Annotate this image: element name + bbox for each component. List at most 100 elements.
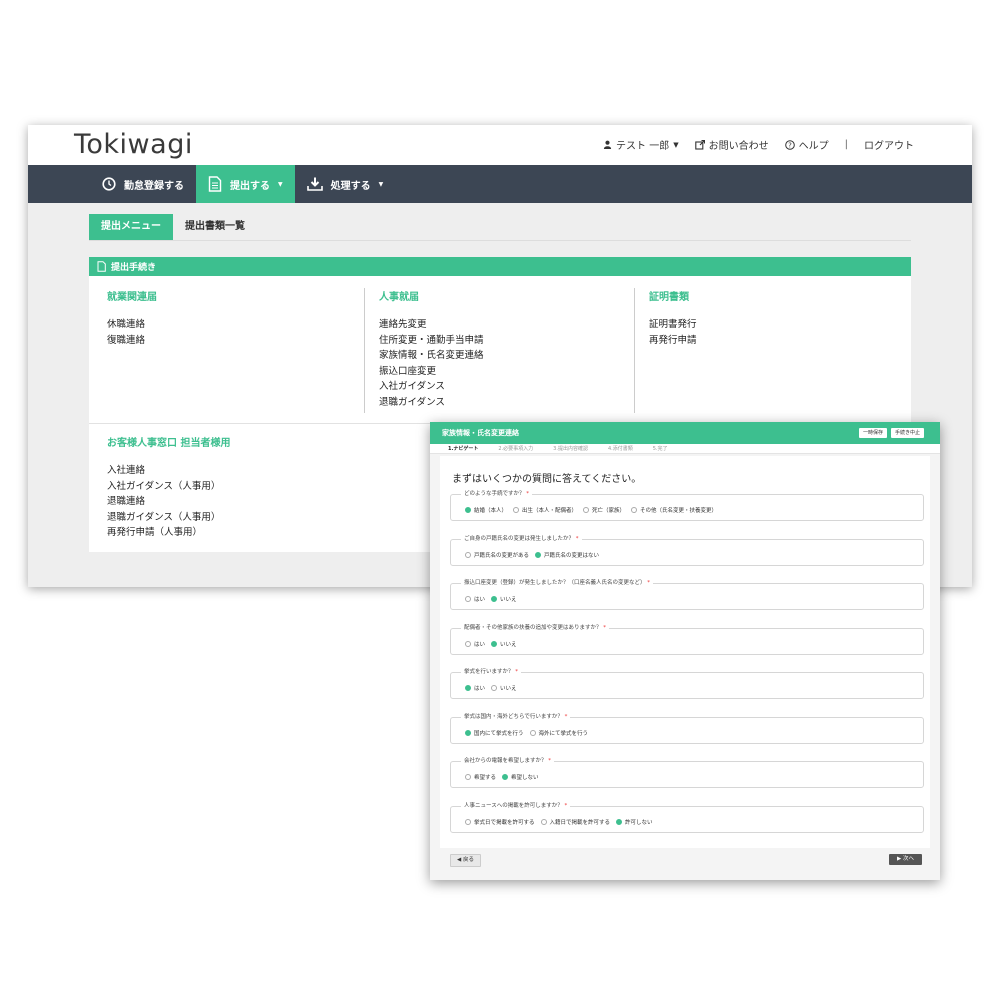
arrow-left-icon: ◀: [457, 857, 462, 863]
required-mark: *: [524, 491, 530, 497]
radio-empty-icon[interactable]: [540, 818, 547, 825]
column-divider: [634, 288, 635, 413]
menu-link[interactable]: 入社連絡: [107, 463, 230, 479]
column-client-hr: お客様人事窓口 担当者様用 入社連絡 入社ガイダンス（人事用） 退職連絡 退職ガ…: [107, 434, 230, 541]
question-group: どのような手続ですか？ * 結婚（本人） 出生（本人・配偶者） 死亡（家族） その他（氏…: [450, 489, 924, 521]
radio-option[interactable]: はい: [465, 595, 485, 603]
question-group: ご自身の戸籍氏名の変更は発生しましたか？ * 戸籍氏名の変更がある 戸籍氏名の変更は…: [450, 533, 924, 566]
tab-submitted-list[interactable]: 提出書類一覧: [173, 214, 257, 240]
column-title: 証明書類: [649, 292, 689, 303]
column-title: 人事就届: [379, 292, 419, 303]
menu-link[interactable]: 退職ガイダンス（人事用）: [107, 510, 230, 526]
radio-option[interactable]: 海外にて挙式を行う: [529, 729, 588, 737]
save-draft-button[interactable]: 一時保存: [858, 428, 887, 438]
download-icon: [306, 177, 323, 191]
dialog-header: 家族情報・氏名変更連絡 一時保存 手続き中止: [430, 422, 940, 444]
radio-empty-icon[interactable]: [583, 507, 590, 513]
radio-options: 結婚（本人） 出生（本人・配偶者） 死亡（家族） その他（氏名変更・扶養変更）: [465, 506, 717, 514]
header-separator: |: [844, 139, 848, 150]
question-text: ご自身の戸籍氏名の変更は発生しましたか？: [464, 535, 575, 542]
menu-link[interactable]: 証明書発行: [649, 317, 697, 333]
radio-option[interactable]: いいえ: [491, 595, 517, 603]
header-links: テスト 一郎 ▼ お問い合わせ ? ヘルプ | ログアウト: [603, 137, 914, 152]
contact-link[interactable]: お問い合わせ: [694, 137, 769, 152]
menu-link[interactable]: 入社ガイダンス: [379, 379, 484, 395]
radio-option[interactable]: 入籍日で掲載を許可する: [540, 818, 610, 826]
user-menu[interactable]: テスト 一郎 ▼: [603, 137, 679, 152]
radio-selected-icon[interactable]: [465, 507, 471, 513]
app-logo[interactable]: Tokiwagi: [74, 129, 193, 160]
radio-option[interactable]: 結婚（本人）: [465, 506, 507, 514]
radio-option[interactable]: 戸籍氏名の変更はない: [535, 551, 599, 559]
radio-empty-icon[interactable]: [465, 596, 471, 602]
menu-link[interactable]: 退職連絡: [107, 494, 230, 510]
radio-label: いいえ: [500, 641, 517, 648]
radio-option[interactable]: はい: [465, 640, 485, 648]
caret-down-icon: ▼: [673, 140, 679, 149]
tabs-divider: [89, 240, 911, 241]
back-button[interactable]: ◀ 戻る: [450, 854, 481, 867]
radio-option[interactable]: 挙式日で掲載を許可する: [465, 818, 535, 826]
menu-link[interactable]: 退職ガイダンス: [379, 395, 484, 411]
menu-link[interactable]: 連絡先変更: [379, 317, 484, 333]
radio-empty-icon[interactable]: [465, 640, 471, 647]
radio-empty-icon[interactable]: [465, 818, 471, 825]
radio-option[interactable]: その他（氏名変更・扶養変更）: [631, 506, 717, 514]
radio-option[interactable]: 許可しない: [616, 818, 653, 826]
radio-empty-icon[interactable]: [631, 507, 638, 513]
radio-option[interactable]: 国内にて挙式を行う: [465, 729, 524, 737]
nav-submit[interactable]: 提出する ▼: [196, 165, 295, 203]
help-link[interactable]: ? ヘルプ: [784, 137, 829, 152]
question-group: 挙式を行いますか？ * はい いいえ: [450, 667, 924, 699]
radio-option[interactable]: 死亡（家族）: [583, 506, 625, 514]
radio-options: 戸籍氏名の変更がある 戸籍氏名の変更はない: [465, 551, 599, 559]
menu-link[interactable]: 復職連絡: [107, 333, 157, 349]
radio-option[interactable]: 希望する: [465, 773, 496, 781]
radio-empty-icon[interactable]: [465, 551, 471, 558]
menu-link[interactable]: 住所変更・通勤手当申請: [379, 333, 484, 349]
question-text: 配偶者・その他家族の扶養の追加や変更はありますか？: [464, 624, 602, 631]
radio-option[interactable]: 出生（本人・配偶者）: [513, 506, 577, 514]
column-title: お客様人事窓口 担当者様用: [107, 438, 231, 449]
menu-link[interactable]: 休職連絡: [107, 317, 157, 333]
radio-selected-icon[interactable]: [535, 551, 542, 558]
radio-label: いいえ: [500, 686, 517, 692]
radio-option[interactable]: いいえ: [491, 684, 517, 692]
required-mark: *: [601, 624, 607, 631]
menu-link[interactable]: 入社ガイダンス（人事用）: [107, 479, 230, 495]
cancel-procedure-button[interactable]: 手続き中止: [890, 428, 924, 438]
radio-empty-icon[interactable]: [465, 774, 471, 780]
nav-attendance-label: 勤怠登録する: [124, 180, 184, 192]
nav-process[interactable]: 処理する ▼: [295, 165, 396, 203]
radio-selected-icon[interactable]: [491, 596, 498, 602]
radio-label: 許可しない: [625, 819, 653, 826]
radio-option[interactable]: いいえ: [491, 640, 517, 648]
menu-link[interactable]: 再発行申請: [649, 333, 697, 349]
radio-option[interactable]: 希望しない: [502, 773, 539, 781]
radio-option[interactable]: 戸籍氏名の変更がある: [465, 551, 529, 559]
menu-link[interactable]: 家族情報・氏名変更連絡: [379, 348, 484, 364]
next-button[interactable]: ▶ 次へ: [889, 854, 922, 865]
radio-selected-icon[interactable]: [502, 774, 509, 780]
question-label: 挙式は国内・海外どちらで行いますか？ *: [461, 711, 571, 720]
tab-submit-menu[interactable]: 提出メニュー: [89, 214, 173, 240]
radio-empty-icon[interactable]: [529, 729, 536, 736]
menu-link[interactable]: 振込口座変更: [379, 364, 484, 380]
logout-link[interactable]: ログアウト: [864, 137, 914, 152]
document-icon: [97, 261, 106, 272]
radio-selected-icon[interactable]: [491, 640, 498, 647]
radio-selected-icon[interactable]: [465, 685, 471, 691]
radio-empty-icon[interactable]: [513, 507, 520, 513]
radio-option[interactable]: はい: [465, 684, 485, 692]
radio-label: 戸籍氏名の変更はない: [544, 552, 600, 559]
nav-attendance[interactable]: 勤怠登録する: [90, 165, 196, 203]
question-group: 振込口座変更（登録）が発生しましたか？（口座名義人氏名の変更など） * はい いいえ: [450, 578, 924, 610]
question-label: 振込口座変更（登録）が発生しましたか？（口座名義人氏名の変更など） *: [461, 578, 654, 586]
radio-empty-icon[interactable]: [491, 685, 498, 691]
radio-selected-icon[interactable]: [616, 818, 623, 825]
step-item: 1.ナビゲート: [448, 446, 479, 452]
menu-link[interactable]: 再発行申請（人事用）: [107, 525, 230, 541]
radio-selected-icon[interactable]: [465, 729, 471, 736]
required-mark: *: [645, 580, 651, 586]
column-title: 就業関連届: [107, 292, 157, 303]
